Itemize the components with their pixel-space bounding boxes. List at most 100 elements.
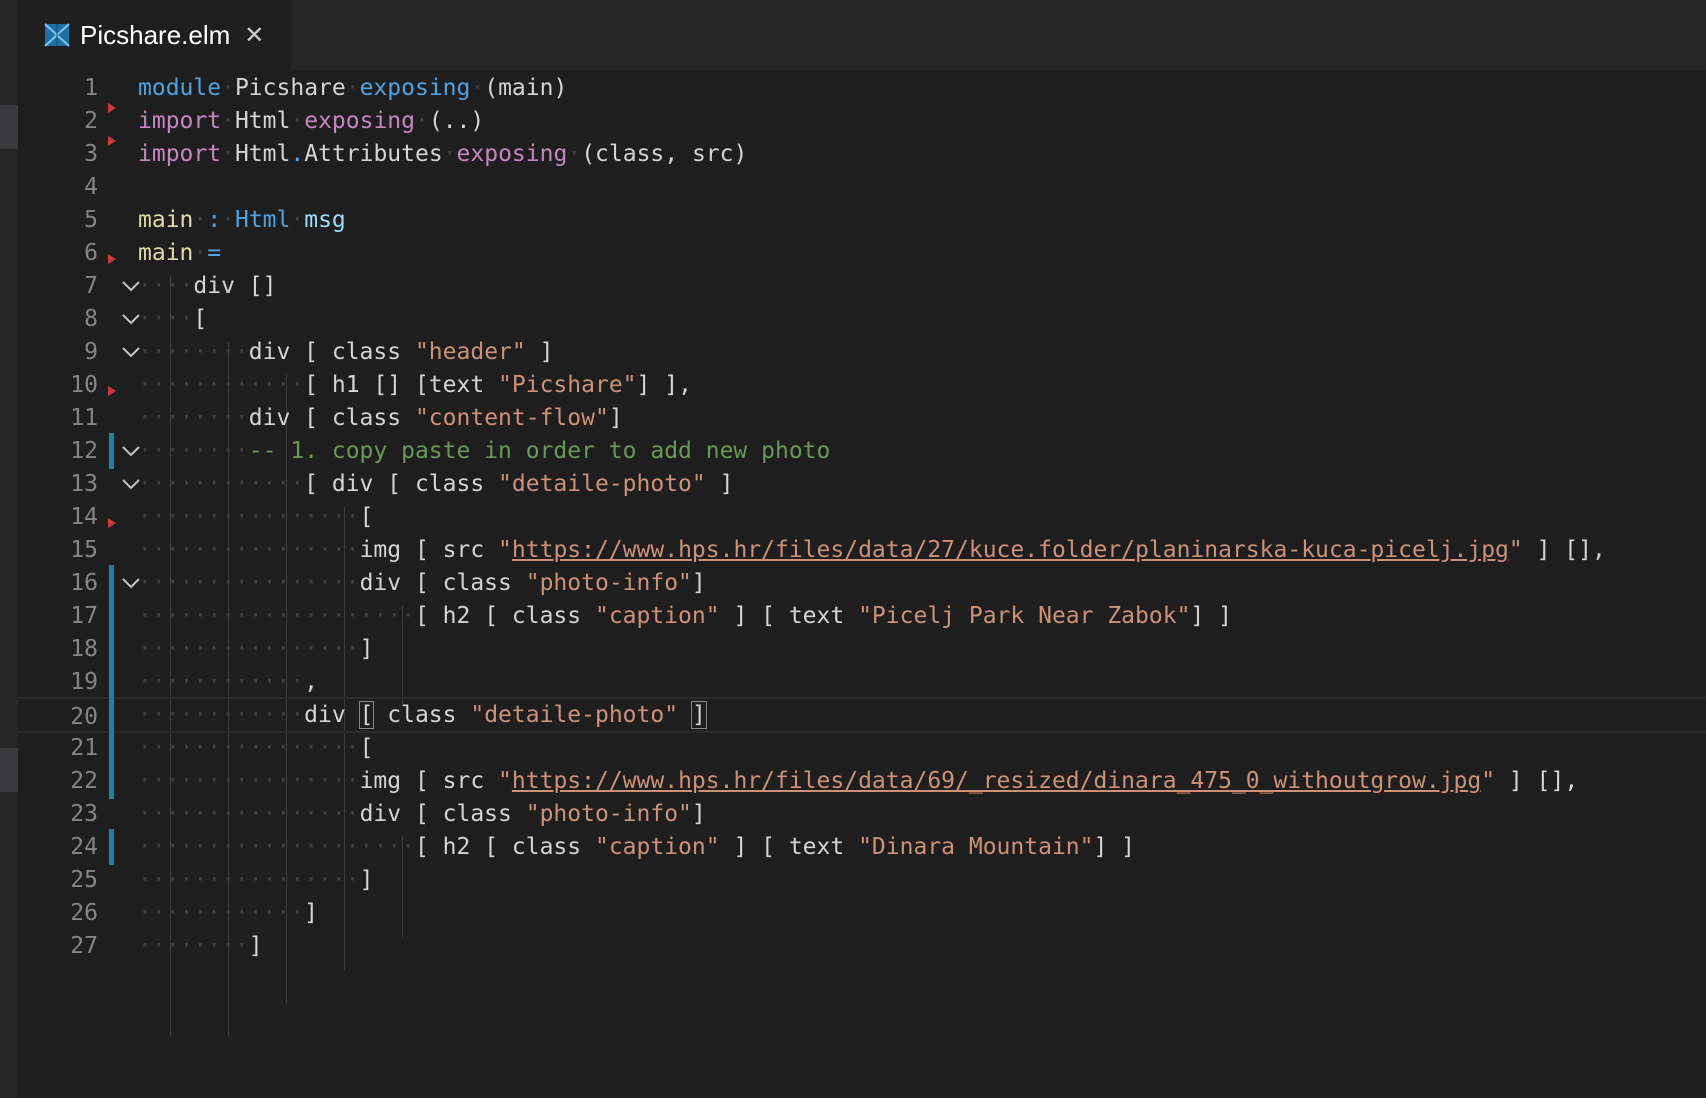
- code-line[interactable]: 25 ················]: [18, 862, 1706, 898]
- code-text: ············,: [138, 669, 319, 695]
- line-number: 15: [70, 537, 98, 563]
- line-number: 13: [70, 471, 98, 497]
- line-number: 2: [84, 108, 98, 134]
- gutter-marker: [108, 254, 116, 264]
- gutter-marker: [108, 136, 116, 146]
- line-number: 26: [70, 900, 98, 926]
- line-number: 17: [70, 603, 98, 629]
- code-line[interactable]: 22 ················img [ src "https://ww…: [18, 763, 1706, 799]
- gutter-marker: [108, 103, 116, 113]
- code-text: ················[: [138, 504, 374, 530]
- code-text: ····[: [138, 306, 208, 332]
- line-number: 27: [70, 933, 98, 959]
- code-text: ················[: [138, 735, 374, 761]
- code-text: ················div [ class "photo-info"…: [138, 801, 706, 827]
- tab-bar: Picshare.elm ✕: [18, 0, 1706, 70]
- code-text: ················]: [138, 636, 374, 662]
- gutter-marker: [108, 386, 116, 396]
- line-number: 9: [84, 339, 98, 365]
- elm-file-icon: [44, 23, 70, 47]
- modified-marker: [109, 664, 114, 700]
- code-line[interactable]: 3 import·Html.Attributes·exposing·(class…: [18, 136, 1706, 172]
- code-editor[interactable]: 1 module·Picshare·exposing·(main) 2 impo…: [18, 70, 1706, 1098]
- line-number: 6: [84, 240, 98, 266]
- code-line[interactable]: 18 ················]: [18, 631, 1706, 667]
- tab-title: Picshare.elm: [80, 19, 231, 50]
- modified-marker: [109, 433, 114, 469]
- code-line[interactable]: 16 ················div [ class "photo-in…: [18, 565, 1706, 601]
- code-text: ············div [ class "detaile-photo" …: [138, 701, 707, 729]
- line-number: 24: [70, 834, 98, 860]
- code-line[interactable]: 1 module·Picshare·exposing·(main): [18, 70, 1706, 106]
- line-number: 7: [84, 273, 98, 299]
- activity-marker: [0, 748, 18, 792]
- code-text: ················img [ src "https://www.h…: [138, 537, 1606, 563]
- code-line[interactable]: 23 ················div [ class "photo-in…: [18, 796, 1706, 832]
- code-line[interactable]: 13 ············[ div [ class "detaile-ph…: [18, 466, 1706, 502]
- code-line[interactable]: 11 ········div [ class "content-flow"]: [18, 386, 1706, 436]
- code-line[interactable]: 19 ············,: [18, 664, 1706, 700]
- tab-picshare-elm[interactable]: Picshare.elm ✕: [18, 0, 291, 70]
- line-number: 5: [84, 207, 98, 233]
- line-number: 25: [70, 867, 98, 893]
- line-number: 8: [84, 306, 98, 332]
- code-text: import·Html.Attributes·exposing·(class, …: [138, 141, 748, 167]
- line-number: 23: [70, 801, 98, 827]
- code-text: main·:·Html·msg: [138, 207, 346, 233]
- code-line[interactable]: 12 ········-- 1. copy paste in order to …: [18, 433, 1706, 469]
- code-line[interactable]: 2 import·Html·exposing·(..): [18, 103, 1706, 139]
- code-text: ········div [ class "content-flow"]: [138, 405, 623, 431]
- code-line[interactable]: 10 ············[ h1 [] [text "Picshare"]…: [18, 367, 1706, 403]
- code-line-current[interactable]: 20 ············div [ class "detaile-phot…: [18, 697, 1706, 733]
- code-text: ············[ h1 [] [text "Picshare"] ],: [138, 372, 692, 398]
- line-number: 10: [70, 372, 98, 398]
- code-line[interactable]: 4: [18, 169, 1706, 205]
- line-number: 4: [84, 174, 98, 200]
- code-line[interactable]: 17 ····················[ h2 [ class "cap…: [18, 598, 1706, 634]
- modified-marker: [109, 730, 114, 766]
- close-icon[interactable]: ✕: [244, 21, 264, 49]
- modified-marker: [109, 763, 114, 799]
- line-number: 22: [70, 768, 98, 794]
- url-link[interactable]: https://www.hps.hr/files/data/69/_resize…: [512, 768, 1481, 794]
- code-line[interactable]: 6 main·=: [18, 235, 1706, 271]
- modified-marker: [109, 829, 114, 865]
- code-line[interactable]: 9 ········div [ class "header" ]: [18, 334, 1706, 370]
- line-number: 19: [70, 669, 98, 695]
- code-line[interactable]: 14 ················[: [18, 499, 1706, 535]
- gutter-marker: [108, 518, 116, 528]
- code-text: ················img [ src "https://www.h…: [138, 768, 1579, 794]
- line-number: 16: [70, 570, 98, 596]
- modified-marker: [109, 598, 114, 634]
- code-text: module·Picshare·exposing·(main): [138, 75, 568, 101]
- code-text: ············[ div [ class "detaile-photo…: [138, 471, 734, 497]
- activity-marker: [0, 105, 18, 149]
- code-text: import·Html·exposing·(..): [138, 108, 485, 134]
- code-line[interactable]: 24 ····················[ h2 [ class "cap…: [18, 829, 1706, 865]
- code-text: ············]: [138, 900, 319, 926]
- code-text: ····················[ h2 [ class "captio…: [138, 603, 1232, 629]
- code-line[interactable]: 26 ············]: [18, 895, 1706, 931]
- code-text: main·=: [138, 240, 222, 266]
- code-line[interactable]: 5 main·:·Html·msg: [18, 202, 1706, 238]
- code-text: ················div [ class "photo-info"…: [138, 570, 706, 596]
- line-number: 14: [70, 504, 98, 530]
- code-line[interactable]: 27 ········]: [18, 928, 1706, 964]
- code-text: ····div []: [138, 273, 277, 299]
- code-line[interactable]: 21 ················[: [18, 730, 1706, 766]
- code-line[interactable]: 8 ····[: [18, 301, 1706, 337]
- url-link[interactable]: https://www.hps.hr/files/data/27/kuce.fo…: [512, 537, 1509, 563]
- line-number: 11: [70, 405, 98, 431]
- code-line[interactable]: 15 ················img [ src "https://ww…: [18, 518, 1706, 568]
- code-text: ····················[ h2 [ class "captio…: [138, 834, 1136, 860]
- code-text: ················]: [138, 867, 374, 893]
- line-number: 21: [70, 735, 98, 761]
- code-text: ········-- 1. copy paste in order to add…: [138, 438, 831, 464]
- activity-strip: [0, 0, 18, 1098]
- code-text: ········div [ class "header" ]: [138, 339, 554, 365]
- line-number: 18: [70, 636, 98, 662]
- modified-marker: [109, 631, 114, 667]
- modified-marker: [109, 697, 114, 733]
- code-line[interactable]: 7 ····div []: [18, 254, 1706, 304]
- line-number: 1: [84, 75, 98, 101]
